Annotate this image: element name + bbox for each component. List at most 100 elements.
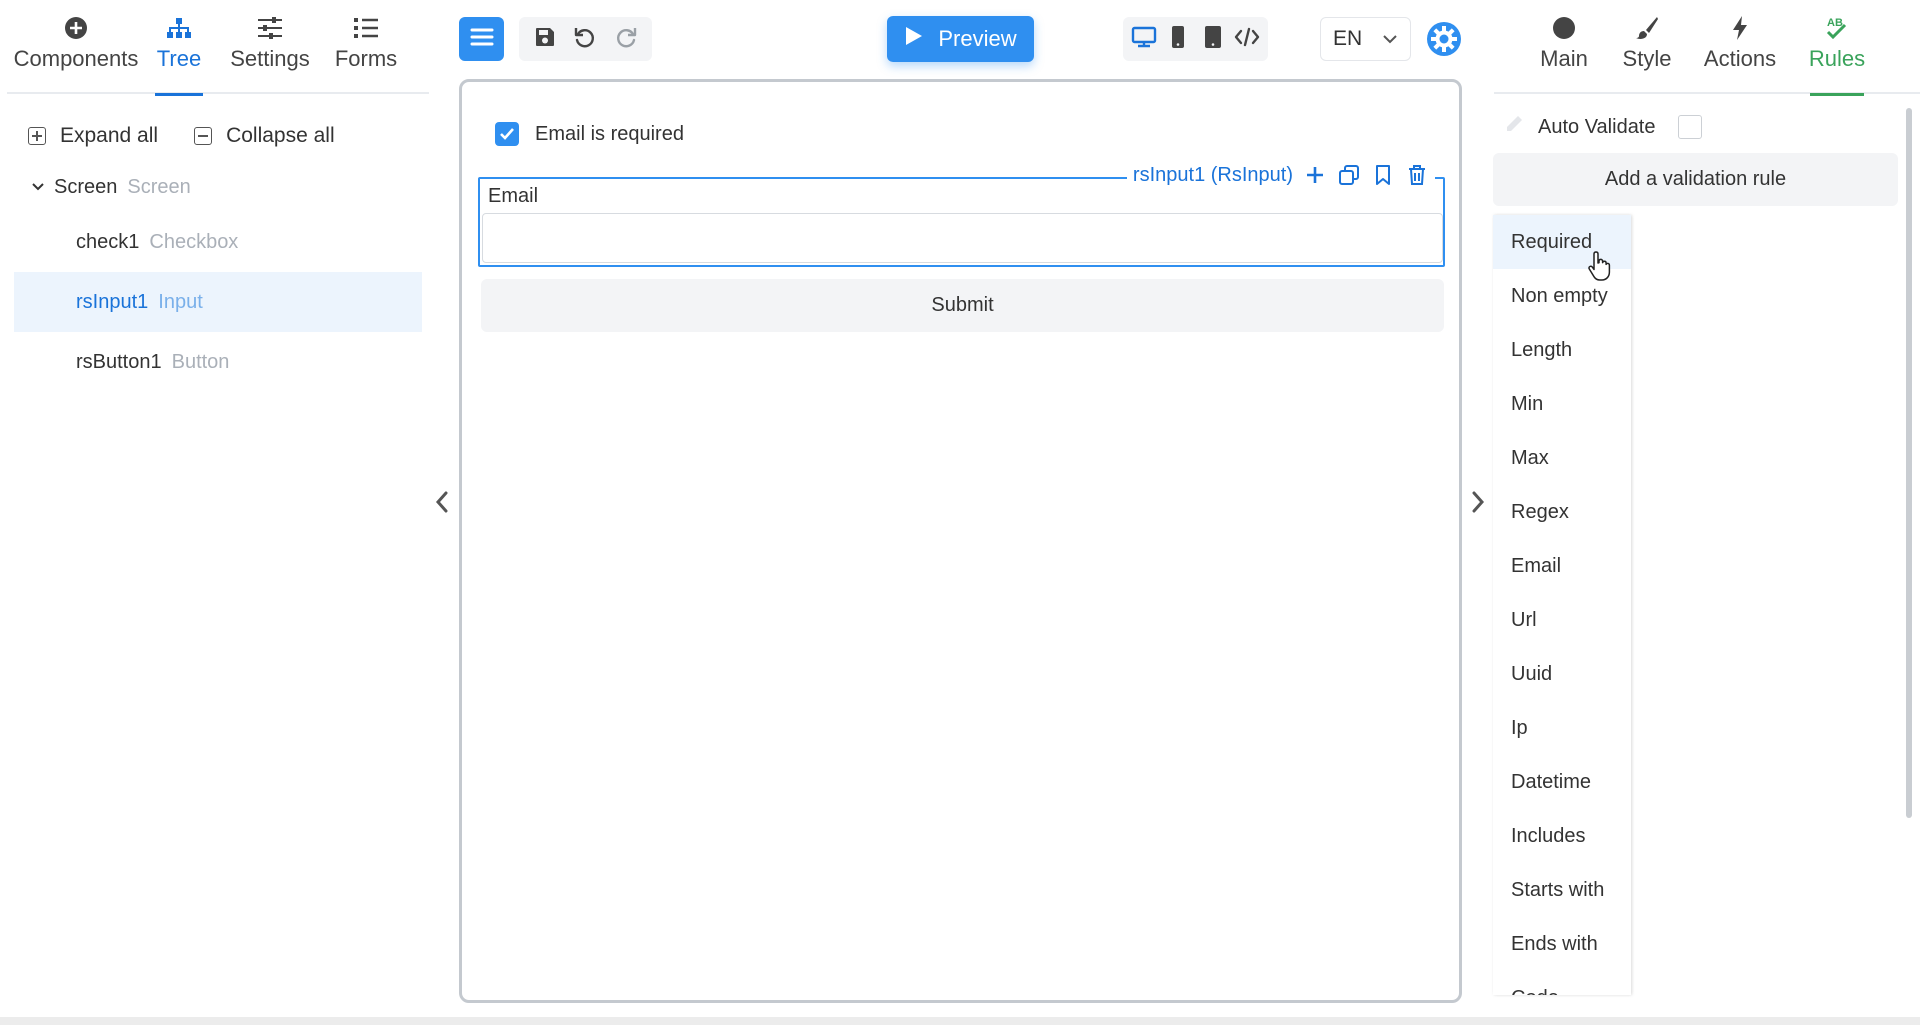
right-panel-scrollbar[interactable] (1906, 108, 1912, 818)
checkmark-icon[interactable] (495, 122, 519, 146)
trash-icon (1409, 165, 1425, 185)
sitemap-icon (166, 10, 192, 46)
submit-button[interactable]: Submit (481, 279, 1444, 332)
selected-component-name: rsInput1 (RsInput) (1132, 163, 1293, 186)
tree-actions: Expand all Collapse all (28, 124, 335, 148)
sliders-icon (257, 10, 283, 46)
menu-button[interactable] (459, 17, 504, 61)
collapse-right-panel-button[interactable] (1470, 490, 1486, 519)
undo-icon (573, 25, 597, 54)
tab-main[interactable]: Main (1538, 10, 1590, 94)
tab-forms[interactable]: Forms (333, 10, 399, 94)
rule-option-datetime[interactable]: Datetime (1493, 755, 1631, 809)
tree-node-rsbutton1[interactable]: rsButton1 Button (14, 332, 422, 392)
right-tab-bar: Main Style Actions AB Rules (1494, 10, 1920, 96)
undo-button[interactable] (568, 22, 602, 56)
rule-option-regex[interactable]: Regex (1493, 485, 1631, 539)
bookmark-icon (1376, 165, 1390, 185)
rule-option-ends-with[interactable]: Ends with (1493, 917, 1631, 971)
code-view-button[interactable] (1230, 22, 1264, 56)
edit-toolbar (519, 17, 652, 61)
email-required-checkbox[interactable]: Email is required (495, 122, 684, 146)
auto-validate-checkbox[interactable] (1677, 115, 1702, 139)
copy-component-button[interactable] (1337, 163, 1361, 187)
bookmark-component-button[interactable] (1371, 163, 1395, 187)
tab-tree[interactable]: Tree (155, 10, 203, 96)
chevron-down-icon (1382, 30, 1398, 54)
rule-option-ip[interactable]: Ip (1493, 701, 1631, 755)
rule-option-url[interactable]: Url (1493, 593, 1631, 647)
expand-all-button[interactable]: Expand all (28, 124, 158, 148)
component-toolbar: rsInput1 (RsInput) (1126, 163, 1435, 187)
desktop-icon (1131, 26, 1157, 53)
tree-node-name: Screen (54, 175, 118, 198)
tree-node-screen[interactable]: Screen Screen (14, 162, 422, 212)
device-toolbar (1123, 17, 1268, 61)
collapse-left-panel-button[interactable] (434, 490, 450, 519)
tab-settings[interactable]: Settings (225, 10, 315, 94)
preview-button[interactable]: Preview (887, 16, 1034, 62)
email-field[interactable] (482, 213, 1443, 263)
circle-icon (1552, 10, 1576, 46)
collapse-all-button[interactable]: Collapse all (194, 124, 335, 148)
tab-tree-label: Tree (156, 46, 202, 71)
theme-settings-button[interactable] (1426, 21, 1462, 57)
mobile-icon (1171, 25, 1185, 54)
tree-node-rsinput1[interactable]: rsInput1 Input (14, 272, 422, 332)
tab-style[interactable]: Style (1622, 10, 1672, 94)
hand-cursor-icon (1588, 250, 1612, 287)
plus-square-icon (28, 127, 46, 145)
tab-actions[interactable]: Actions (1704, 10, 1776, 94)
gear-icon (1426, 22, 1462, 61)
hamburger-icon (470, 26, 494, 53)
delete-component-button[interactable] (1405, 163, 1429, 187)
expand-all-label: Expand all (60, 124, 159, 147)
chevron-left-icon (434, 491, 450, 518)
rule-option-max[interactable]: Max (1493, 431, 1631, 485)
tree-node-name: rsButton1 (76, 350, 162, 373)
plus-icon (1307, 167, 1323, 183)
component-tree: Screen Screen check1 Checkbox rsInput1 I… (14, 162, 422, 392)
tablet-view-button[interactable] (1196, 22, 1230, 56)
tablet-icon (1204, 25, 1222, 54)
brush-icon (1635, 10, 1659, 46)
spellcheck-icon: AB (1823, 10, 1851, 46)
svg-text:AB: AB (1827, 17, 1843, 29)
rule-option-email[interactable]: Email (1493, 539, 1631, 593)
tree-node-type: Button (171, 350, 230, 373)
tree-node-type: Checkbox (149, 230, 239, 253)
save-button[interactable] (528, 22, 562, 56)
left-tab-bar: Components Tree Settings Forms (7, 10, 429, 96)
validation-rule-dropdown: Required Non empty Length Min Max Regex … (1493, 215, 1631, 995)
minus-square-icon (194, 127, 213, 145)
redo-icon (614, 25, 638, 54)
language-select[interactable]: EN (1320, 17, 1411, 61)
code-icon (1234, 27, 1260, 52)
preview-label: Preview (938, 26, 1017, 51)
redo-button[interactable] (609, 22, 643, 56)
play-icon (904, 25, 924, 53)
tab-components-label: Components (13, 46, 139, 71)
rule-option-uuid[interactable]: Uuid (1493, 647, 1631, 701)
rule-option-includes[interactable]: Includes (1493, 809, 1631, 863)
rule-option-code[interactable]: Code (1493, 971, 1631, 996)
mobile-view-button[interactable] (1161, 22, 1195, 56)
tab-rules-label: Rules (1808, 46, 1866, 71)
tab-actions-label: Actions (1703, 46, 1777, 71)
collapse-all-label: Collapse all (226, 124, 335, 147)
rule-option-length[interactable]: Length (1493, 323, 1631, 377)
tab-rules[interactable]: AB Rules (1808, 10, 1866, 96)
checkbox-label: Email is required (535, 122, 684, 145)
add-validation-rule-button[interactable]: Add a validation rule (1493, 153, 1898, 206)
tree-node-name: check1 (76, 230, 140, 253)
left-panel: Components Tree Settings Forms Expand al… (0, 0, 430, 1025)
chevron-down-icon[interactable] (32, 179, 44, 195)
tree-node-type: Input (158, 290, 203, 313)
rule-option-min[interactable]: Min (1493, 377, 1631, 431)
desktop-view-button[interactable] (1127, 22, 1161, 56)
tree-node-name: rsInput1 (76, 290, 149, 313)
tree-node-check1[interactable]: check1 Checkbox (14, 212, 422, 272)
rule-option-starts-with[interactable]: Starts with (1493, 863, 1631, 917)
add-component-button[interactable] (1303, 163, 1327, 187)
tab-components[interactable]: Components (7, 10, 145, 94)
